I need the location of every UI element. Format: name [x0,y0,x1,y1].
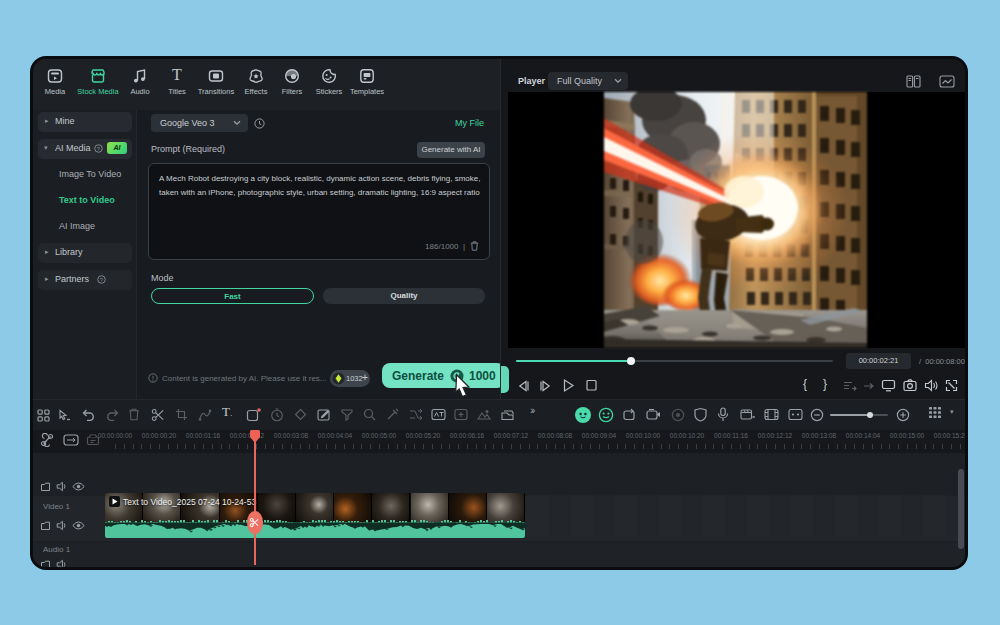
svg-text:?: ? [97,146,101,152]
svg-text:?: ? [100,277,104,283]
